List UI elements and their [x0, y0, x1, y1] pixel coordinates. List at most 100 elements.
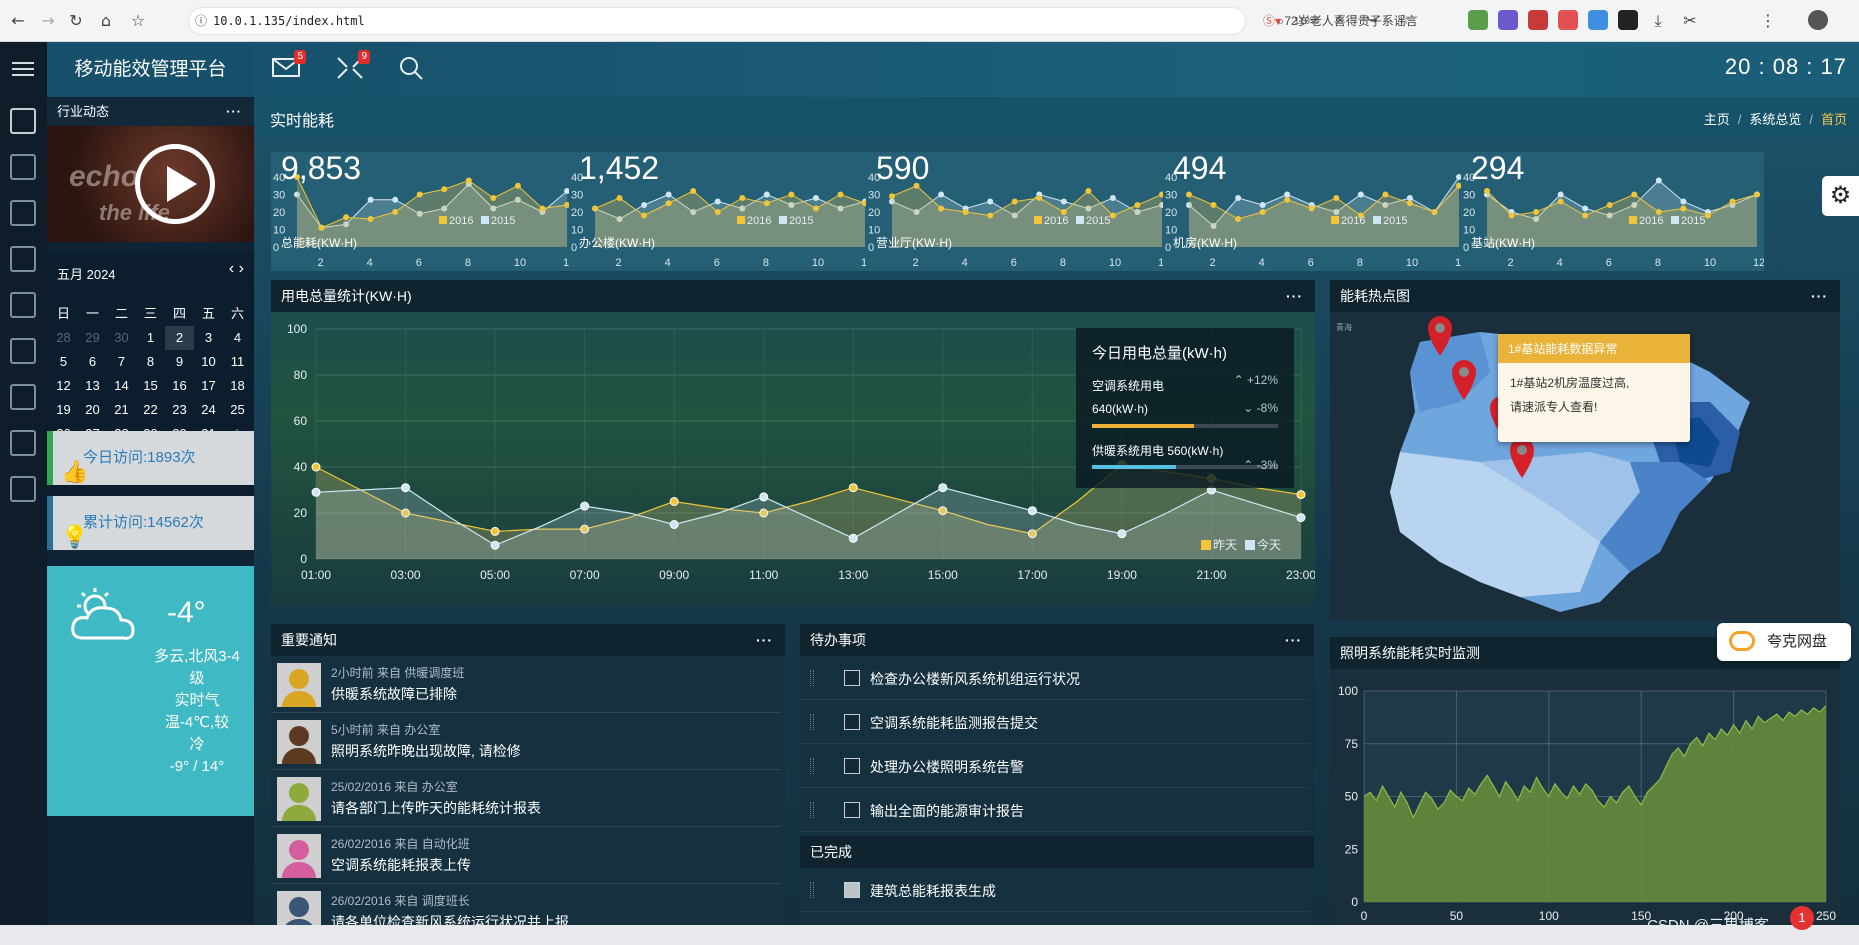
calendar-nav-icon[interactable]	[10, 430, 36, 456]
calendar-day[interactable]: 19	[49, 398, 78, 422]
calendar-day[interactable]: 21	[107, 398, 136, 422]
drag-handle-icon[interactable]	[810, 758, 814, 774]
more-menu-icon[interactable]: ···	[1286, 280, 1303, 312]
grid-nav-icon[interactable]	[10, 200, 36, 226]
drag-handle-icon[interactable]	[810, 714, 814, 730]
calendar-day[interactable]: 15	[136, 374, 165, 398]
calendar-day[interactable]: 4	[223, 326, 252, 350]
calendar-day[interactable]: 7	[107, 350, 136, 374]
calendar-day[interactable]: 10	[194, 350, 223, 374]
back-icon[interactable]: ←	[8, 11, 28, 31]
calendar-day[interactable]: 9	[165, 350, 194, 374]
notification-badge[interactable]: 1	[1790, 906, 1814, 930]
home-nav-icon[interactable]	[10, 108, 36, 134]
calendar-day[interactable]: 13	[78, 374, 107, 398]
extension-icon[interactable]	[1468, 10, 1488, 30]
notice-item[interactable]: 2小时前 来自 供暖调度班 供暖系统故障已排除	[271, 656, 781, 713]
news-ticker[interactable]: Ⓢ▾ 72岁老人喜得贵子系谣言	[1263, 12, 1458, 29]
document-nav-icon[interactable]	[10, 246, 36, 272]
extension-icon[interactable]	[1528, 10, 1548, 30]
extension-icon[interactable]	[1618, 10, 1638, 30]
calendar-day[interactable]: 24	[194, 398, 223, 422]
chevron-left-icon[interactable]: ‹	[229, 260, 234, 277]
forward-icon[interactable]: →	[38, 11, 58, 31]
todo-checkbox[interactable]	[844, 670, 860, 686]
todo-item[interactable]: 检查办公楼新风系统机组运行状况	[800, 656, 1310, 700]
done-checkbox[interactable]	[844, 882, 860, 898]
play-button-icon[interactable]	[135, 144, 215, 224]
calendar-day[interactable]: 5	[49, 350, 78, 374]
todo-item[interactable]: 输出全面的能源审计报告	[800, 788, 1310, 832]
calendar-day[interactable]: 20	[78, 398, 107, 422]
video-player[interactable]: echo the life	[47, 126, 254, 242]
bookmark-star-icon[interactable]: ☆	[128, 11, 148, 31]
mail-button[interactable]: 5	[272, 50, 306, 80]
calendar-day[interactable]: 14	[107, 374, 136, 398]
drag-handle-icon[interactable]	[810, 802, 814, 818]
done-item[interactable]: 根据上级部门的能源数据采集要求, 上报能耗数据	[800, 912, 1310, 925]
notice-title[interactable]: 空调系统能耗报表上传	[331, 855, 471, 875]
todo-item[interactable]: 处理办公楼照明系统告警	[800, 744, 1310, 788]
calendar-day[interactable]: 22	[136, 398, 165, 422]
more-menu-icon[interactable]: ···	[1285, 624, 1302, 656]
notice-item[interactable]: 25/02/2016 来自 办公室 请各部门上传昨天的能耗统计报表	[271, 770, 781, 827]
calendar-day[interactable]: 16	[165, 374, 194, 398]
more-menu-icon[interactable]: ···	[226, 98, 242, 126]
pdf-extension-icon[interactable]	[1558, 10, 1578, 30]
calendar-day[interactable]: 28	[49, 326, 78, 350]
calendar-day[interactable]: 18	[223, 374, 252, 398]
notice-title[interactable]: 请各单位检查新风系统运行状况并上报	[331, 912, 569, 925]
breadcrumb-overview[interactable]: 系统总览	[1749, 112, 1801, 127]
drag-handle-icon[interactable]	[810, 670, 814, 686]
chevron-right-icon[interactable]: ›	[239, 260, 244, 277]
scissors-icon[interactable]: ✂	[1680, 11, 1700, 31]
breadcrumb-home[interactable]: 主页	[1704, 112, 1730, 127]
list-nav-icon[interactable]	[10, 476, 36, 502]
calendar-day[interactable]: 29	[78, 326, 107, 350]
calendar-day[interactable]: 6	[78, 350, 107, 374]
download-icon[interactable]: ⤓	[1648, 11, 1668, 31]
more-vertical-icon[interactable]: ⋮	[1758, 11, 1778, 31]
calendar-day[interactable]: 12	[49, 374, 78, 398]
quark-drive-button[interactable]: 夸克网盘	[1717, 623, 1851, 661]
news-headline[interactable]: 72岁老人喜得贵子系谣言	[1284, 14, 1417, 28]
todo-checkbox[interactable]	[844, 802, 860, 818]
translate-extension-icon[interactable]	[1588, 10, 1608, 30]
reload-icon[interactable]: ↻	[66, 11, 86, 31]
settings-gear-icon[interactable]: ⚙	[1822, 176, 1859, 216]
notice-item[interactable]: 5小时前 来自 办公室 照明系统昨晚出现故障, 请检修	[271, 713, 781, 770]
search-button[interactable]	[398, 56, 426, 80]
todo-item[interactable]: 空调系统能耗监测报告提交	[800, 700, 1310, 744]
calendar-day[interactable]: 23	[165, 398, 194, 422]
notice-title[interactable]: 照明系统昨晚出现故障, 请检修	[331, 741, 521, 761]
notice-item[interactable]: 26/02/2016 来自 自动化班 空调系统能耗报表上传	[271, 827, 781, 884]
todo-checkbox[interactable]	[844, 758, 860, 774]
calendar-day[interactable]: 11	[223, 350, 252, 374]
extension-icon[interactable]	[1498, 10, 1518, 30]
calendar-day[interactable]: 17	[194, 374, 223, 398]
alerts-button[interactable]: 9	[336, 50, 370, 80]
home-icon[interactable]: ⌂	[96, 11, 116, 31]
calendar-day[interactable]: 3	[194, 326, 223, 350]
server-nav-icon[interactable]	[10, 292, 36, 318]
calendar-day[interactable]: 25	[223, 398, 252, 422]
notice-title[interactable]: 请各部门上传昨天的能耗统计报表	[331, 798, 541, 818]
drag-handle-icon[interactable]	[810, 882, 814, 898]
calendar-day[interactable]: 8	[136, 350, 165, 374]
todo-checkbox[interactable]	[844, 714, 860, 730]
dashboard-nav-icon[interactable]	[10, 338, 36, 364]
notice-item[interactable]: 26/02/2016 来自 调度班长 请各单位检查新风系统运行状况并上报	[271, 884, 781, 925]
address-bar[interactable]: ⓘ 10.0.1.135/index.html ⌕ 110% ⚡ ↪ ☆	[188, 7, 1410, 35]
profile-avatar-icon[interactable]	[1808, 10, 1828, 30]
address-text[interactable]: 10.0.1.135/index.html	[213, 14, 365, 28]
hamburger-menu-icon[interactable]	[12, 62, 34, 80]
more-menu-icon[interactable]: ···	[1811, 280, 1828, 312]
folder-nav-icon[interactable]	[10, 384, 36, 410]
calendar-day[interactable]: 30	[107, 326, 136, 350]
done-item[interactable]: 建筑总能耗报表生成	[800, 868, 1310, 912]
more-menu-icon[interactable]: ···	[756, 624, 773, 656]
text-nav-icon[interactable]	[10, 154, 36, 180]
notice-title[interactable]: 供暖系统故障已排除	[331, 684, 457, 704]
calendar-day[interactable]: 1	[136, 326, 165, 350]
calendar-day[interactable]: 2	[165, 326, 194, 350]
